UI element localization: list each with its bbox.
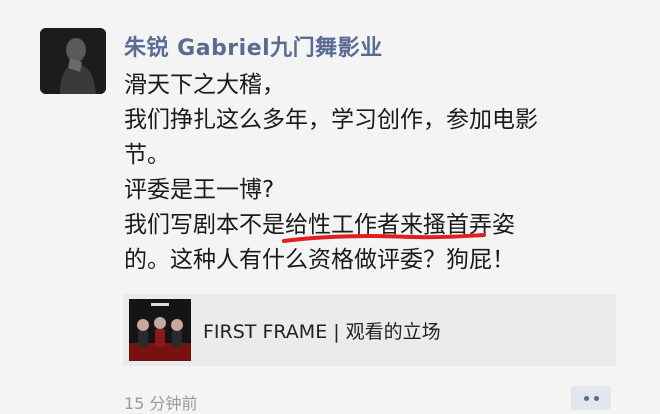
content-line: 评委是王一博? [124, 177, 275, 203]
thumbnail-image [129, 299, 191, 361]
link-title: FIRST FRAME | 观看的立场 [203, 320, 441, 343]
link-thumbnail [129, 299, 191, 361]
avatar[interactable] [40, 28, 106, 94]
content-line: 我们写剧本不是给性工作者来搔首弄姿 [124, 212, 515, 238]
more-options-button[interactable] [571, 386, 611, 410]
ellipsis-icon [583, 395, 589, 401]
content-line: 我们挣扎这么多年，学习创作，参加电影 [124, 107, 538, 133]
content-line: 的。这种人有什么资格做评委？狗屁！ [124, 247, 515, 273]
post-timestamp: 15 分钟前 [124, 394, 198, 413]
author-name[interactable]: 朱锐 Gabriel九门舞影业 [124, 30, 383, 62]
moment-post: 朱锐 Gabriel九门舞影业 滑天下之大稽， 我们挣扎这么多年，学习创作，参加… [0, 0, 660, 413]
avatar-image [40, 28, 106, 94]
shared-link-card[interactable]: FIRST FRAME | 观看的立场 [123, 294, 616, 366]
post-content: 滑天下之大稽， 我们挣扎这么多年，学习创作，参加电影 节。 评委是王一博? 我们… [124, 68, 604, 278]
content-line: 节。 [124, 142, 170, 168]
ellipsis-icon [593, 395, 599, 401]
content-line: 滑天下之大稽， [124, 72, 285, 98]
